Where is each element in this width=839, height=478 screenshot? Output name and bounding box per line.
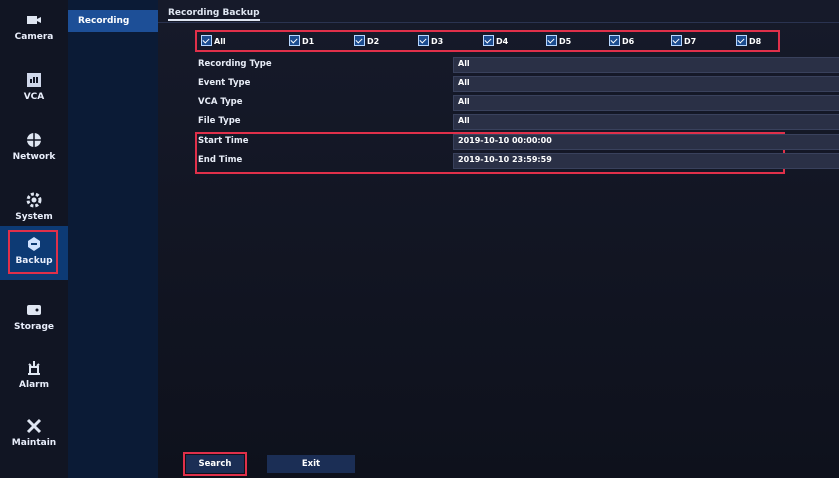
nav-item-alarm[interactable]: Alarm (0, 350, 68, 404)
checkbox-icon (418, 35, 429, 46)
nav-item-maintain[interactable]: Maintain (0, 408, 68, 462)
nav-label-vca: VCA (23, 92, 45, 102)
nav-label-alarm: Alarm (19, 380, 49, 390)
file-type-label: File Type (198, 116, 241, 126)
nav-item-vca[interactable]: VCA (0, 62, 68, 116)
recording-type-label: Recording Type (198, 59, 272, 69)
checkbox-icon (354, 35, 365, 46)
checkbox-icon (671, 35, 682, 46)
channel-label: D5 (559, 37, 572, 46)
channel-checkbox-d7[interactable]: D7 (671, 35, 697, 48)
channel-label: D6 (622, 37, 635, 46)
recording-type-select[interactable]: All ▾ (453, 57, 839, 73)
end-time-value: 2019-10-10 23:59:59 (458, 155, 552, 164)
vca-type-row: VCA Type All ▾ (198, 95, 839, 111)
nav-item-backup[interactable]: Backup (0, 226, 68, 280)
gear-icon (26, 192, 42, 208)
vca-type-select[interactable]: All ▾ (453, 95, 839, 111)
main-content: Recording Backup All D1 D2 D3 D4 D5 D6 D… (158, 0, 839, 478)
sub-nav: Recording (68, 0, 158, 478)
event-type-value: All (458, 78, 470, 87)
network-icon (27, 133, 41, 147)
nav-item-storage[interactable]: Storage (0, 292, 68, 346)
recording-type-value: All (458, 59, 470, 68)
tools-icon (26, 418, 42, 434)
nav-label-system: System (15, 212, 53, 222)
checkbox-icon (289, 35, 300, 46)
recording-type-row: Recording Type All ▾ (198, 57, 839, 73)
nav-label-camera: Camera (14, 32, 54, 42)
alarm-icon (28, 361, 40, 375)
channel-selector: All D1 D2 D3 D4 D5 D6 D7 D8 (195, 30, 780, 52)
event-type-select[interactable]: All ▾ (453, 76, 839, 92)
channel-checkbox-d2[interactable]: D2 (354, 35, 380, 48)
checkbox-icon (609, 35, 620, 46)
file-type-value: All (458, 116, 470, 125)
file-type-select[interactable]: All ▾ (453, 114, 839, 130)
channel-label: D8 (749, 37, 762, 46)
tab-divider (158, 22, 839, 23)
search-button[interactable]: Search (183, 452, 247, 476)
channel-label: All (214, 37, 226, 46)
file-type-row: File Type All ▾ (198, 114, 839, 130)
channel-label: D4 (496, 37, 509, 46)
app-window: Camera VCA Network System Backup Storage… (0, 0, 839, 478)
start-time-value: 2019-10-10 00:00:00 (458, 136, 552, 145)
start-time-label: Start Time (198, 136, 249, 146)
camera-icon (27, 16, 41, 24)
start-time-row: Start Time 2019-10-10 00:00:00 ▾ (198, 134, 839, 150)
nav-item-network[interactable]: Network (0, 122, 68, 176)
event-type-label: Event Type (198, 78, 251, 88)
tab-recording-backup[interactable]: Recording Backup (168, 8, 260, 21)
channel-label: D3 (431, 37, 444, 46)
channel-label: D7 (684, 37, 697, 46)
channel-checkbox-d8[interactable]: D8 (736, 35, 762, 48)
exit-button-label: Exit (301, 459, 321, 469)
vca-type-value: All (458, 97, 470, 106)
channel-label: D2 (367, 37, 380, 46)
checkbox-icon (201, 35, 212, 46)
search-highlight-box (183, 452, 247, 476)
checkbox-icon (546, 35, 557, 46)
channel-checkbox-d4[interactable]: D4 (483, 35, 509, 48)
nav-label-storage: Storage (13, 322, 55, 332)
main-nav: Camera VCA Network System Backup Storage… (0, 0, 68, 478)
backup-highlight-box (8, 230, 58, 274)
checkbox-icon (736, 35, 747, 46)
end-time-field[interactable]: 2019-10-10 23:59:59 ▾ (453, 153, 839, 169)
nav-item-camera[interactable]: Camera (0, 2, 68, 56)
nav-label-network: Network (12, 152, 56, 162)
channel-label: D1 (302, 37, 315, 46)
channel-checkbox-d3[interactable]: D3 (418, 35, 444, 48)
subnav-item-recording[interactable]: Recording (68, 10, 158, 32)
event-type-row: Event Type All ▾ (198, 76, 839, 92)
vca-type-label: VCA Type (198, 97, 243, 107)
channel-checkbox-d6[interactable]: D6 (609, 35, 635, 48)
start-time-field[interactable]: 2019-10-10 00:00:00 ▾ (453, 134, 839, 150)
end-time-label: End Time (198, 155, 243, 165)
nav-label-maintain: Maintain (11, 438, 57, 448)
storage-icon (27, 305, 41, 315)
channel-checkbox-d1[interactable]: D1 (289, 35, 315, 48)
exit-button[interactable]: Exit (267, 455, 355, 473)
vca-icon (27, 73, 41, 87)
end-time-row: End Time 2019-10-10 23:59:59 ▾ (198, 153, 839, 169)
checkbox-icon (483, 35, 494, 46)
channel-checkbox-all[interactable]: All (201, 35, 226, 48)
channel-checkbox-d5[interactable]: D5 (546, 35, 572, 48)
